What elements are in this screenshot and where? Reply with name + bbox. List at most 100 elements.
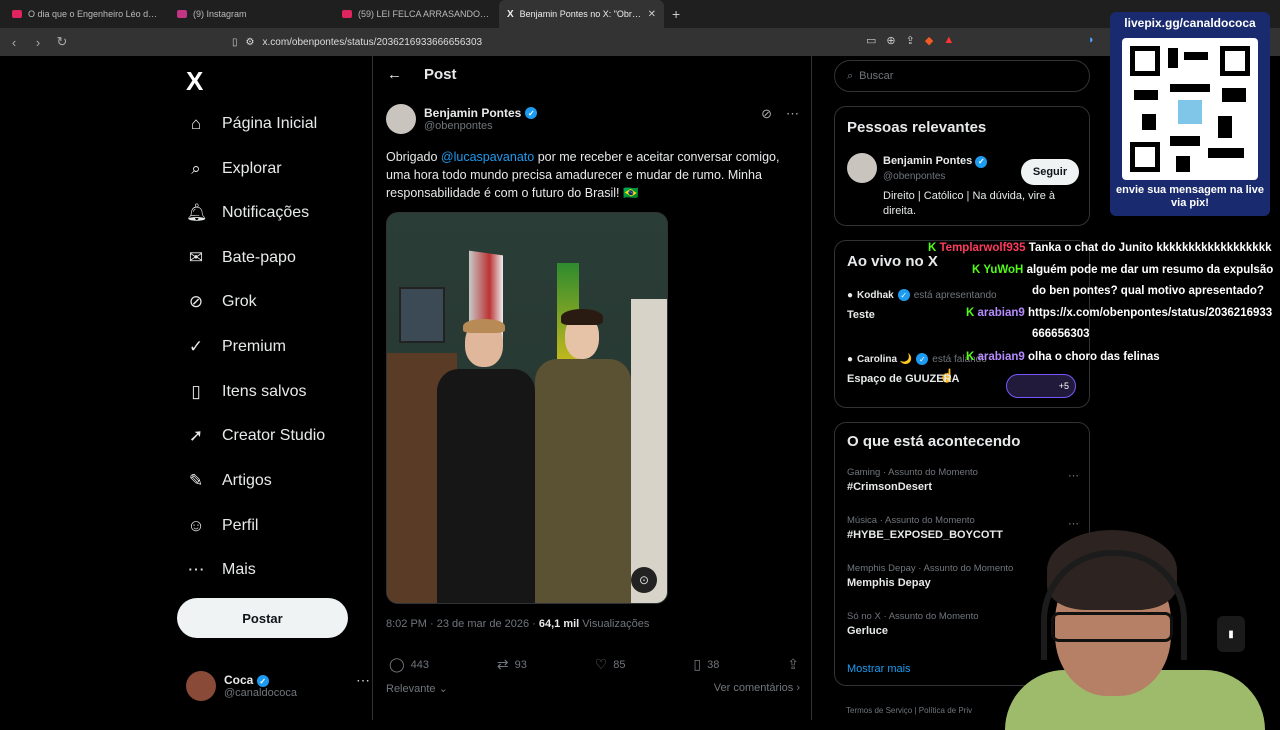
trend-item[interactable]: Só no X · Assunto do Momento Gerluce <box>847 611 979 637</box>
space-title[interactable]: Teste <box>847 309 875 321</box>
x-logo[interactable]: X <box>186 66 203 97</box>
reload-icon[interactable]: ↻ <box>52 34 72 50</box>
tweet-text: Obrigado @lucaspavanato por me receber e… <box>386 150 780 200</box>
post-button[interactable]: Postar <box>177 598 348 638</box>
back-icon[interactable]: ‹ <box>4 35 24 50</box>
grok-icon[interactable]: ⊘ <box>761 106 772 122</box>
follow-button[interactable]: Seguir <box>1021 159 1079 185</box>
tweet-photo[interactable]: ⊙ <box>386 212 668 604</box>
like-button[interactable]: ♡ 85 <box>595 656 626 673</box>
sidebar-item-messages[interactable]: ✉ Bate-papo <box>186 248 296 268</box>
chat-message: K arabian9 olha o choro das felinas <box>966 351 1160 363</box>
sidebar-item-label: Artigos <box>222 472 272 489</box>
livepix-caption: envie sua mensagem na live via pix! <box>1116 184 1264 209</box>
tweet-author[interactable]: Benjamin Pontes ✓ @obenpontes <box>386 104 538 134</box>
author-name[interactable]: Benjamin Pontes ✓ <box>424 106 538 120</box>
browser-tab-active[interactable]: X Benjamin Pontes no X: "Obrigado ✕ <box>499 0 664 28</box>
back-arrow-icon[interactable]: ← <box>387 66 402 83</box>
forward-icon[interactable]: › <box>28 35 48 50</box>
author-handle[interactable]: @obenpontes <box>424 120 537 132</box>
share-icon[interactable]: ⇪ <box>906 34 915 47</box>
bookmark-button[interactable]: ▯ 38 <box>693 656 719 673</box>
tweet-meta: 8:02 PM · 23 de mar de 2026 · 64,1 mil V… <box>386 618 650 630</box>
avatar[interactable] <box>386 104 416 134</box>
space-listeners[interactable]: +5 <box>1006 374 1076 398</box>
legal-links[interactable]: Termos de Serviço | Política de Priv <box>846 706 972 715</box>
sidebar-item-more[interactable]: ⋯ Mais <box>186 560 256 580</box>
repost-button[interactable]: ⇄ 93 <box>497 656 527 673</box>
person-name[interactable]: Benjamin Pontes ✓ <box>883 155 988 168</box>
reply-button[interactable]: ◯ 443 <box>389 656 429 673</box>
youtube-icon <box>12 10 22 18</box>
sidebar-item-creator-studio[interactable]: ➚ Creator Studio <box>186 426 325 446</box>
tweet-top-actions: ⊘ ⋯ <box>761 106 799 122</box>
sidebar-item-label: Itens salvos <box>222 383 307 400</box>
account-name: Coca ✓ <box>224 673 297 688</box>
bookmark-icon: ▯ <box>191 382 201 401</box>
sidebar-item-label: Perfil <box>222 517 259 534</box>
view-comments-link[interactable]: Ver comentários › <box>714 682 800 695</box>
post-column: ← Post Benjamin Pontes ✓ @obenpontes ⊘ ⋯ … <box>372 56 955 720</box>
relevant-people-panel: Pessoas relevantes Benjamin Pontes ✓ @ob… <box>834 106 1090 226</box>
share-icon: ⇪ <box>787 656 799 672</box>
site-info-icon[interactable]: ⚙ <box>246 37 255 48</box>
sidebar-item-profile[interactable]: ☺ Perfil <box>186 516 258 536</box>
reply-sort-bar: Relevante ⌄ Ver comentários › <box>386 682 800 695</box>
person-handle[interactable]: @obenpontes <box>883 171 945 182</box>
tab-title: (59) LEI FELCA ARRASANDO CORAÇÕES <box>358 9 491 19</box>
sidebar-item-grok[interactable]: ⊘ Grok <box>186 292 257 312</box>
more-icon[interactable]: ⋯ <box>356 672 370 689</box>
extension-icon[interactable]: ◗ <box>1088 34 1095 46</box>
browser-tab-1[interactable]: O dia que o Engenheiro Léo do MBL <box>4 0 169 28</box>
mention-link[interactable]: @lucaspavanato <box>441 150 534 164</box>
bookmark-icon[interactable]: ▯ <box>232 37 238 48</box>
bookmark-icon: ▯ <box>693 656 702 672</box>
sidebar-item-home[interactable]: ⌂ Página Inicial <box>186 114 317 134</box>
more-icon[interactable]: ⋯ <box>786 106 799 122</box>
rewards-icon[interactable]: ▲ <box>943 34 954 47</box>
tab-title: Benjamin Pontes no X: "Obrigado <box>519 9 642 19</box>
account-handle: @canaldococa <box>224 687 297 700</box>
sidebar-item-label: Mais <box>222 561 256 578</box>
door <box>631 299 667 603</box>
close-tab-icon[interactable]: ✕ <box>648 9 656 20</box>
sidebar-item-label: Premium <box>222 338 287 355</box>
sidebar-item-label: Grok <box>222 293 257 310</box>
tab-title: (9) Instagram <box>193 9 247 19</box>
new-tab-icon[interactable]: + <box>664 6 688 22</box>
brave-shield-icon[interactable]: ◆ <box>925 34 933 47</box>
account-switcher[interactable]: Coca ✓ @canaldococa ⋯ <box>186 668 376 704</box>
livepix-url: livepix.gg/canaldococa <box>1124 16 1256 30</box>
reader-icon[interactable]: ▭ <box>866 34 876 47</box>
article-icon: ✎ <box>188 471 204 490</box>
more-icon[interactable]: ⋯ <box>1068 469 1079 482</box>
trend-item[interactable]: Música · Assunto do Momento #HYBE_EXPOSED… <box>847 515 1003 541</box>
sidebar-item-bookmarks[interactable]: ▯ Itens salvos <box>186 382 306 402</box>
zoom-icon[interactable]: ⊕ <box>886 34 895 47</box>
live-host[interactable]: ● Kodhak ✓ está apresentando <box>847 289 997 301</box>
rocket-icon: ➚ <box>188 426 204 445</box>
avatar[interactable] <box>847 153 877 183</box>
kick-icon: K <box>966 307 975 319</box>
browser-tab-2[interactable]: (9) Instagram <box>169 0 334 28</box>
heart-icon: ♡ <box>594 656 608 672</box>
sidebar-item-explore[interactable]: ⌕ Explorar <box>186 159 282 179</box>
address-bar: ‹ › ↻ ▯ ⚙ x.com/obenpontes/status/203621… <box>0 28 1280 56</box>
trend-item[interactable]: Gaming · Assunto do Momento #CrimsonDeser… <box>847 467 978 493</box>
verified-icon: ✓ <box>525 107 538 119</box>
sort-dropdown[interactable]: Relevante ⌄ <box>386 682 448 695</box>
share-button[interactable]: ⇪ <box>787 656 799 673</box>
page-title: Post <box>424 66 457 83</box>
sidebar-item-label: Explorar <box>222 160 282 177</box>
sidebar-item-notifications[interactable]: 🔔︎ Notificações <box>186 203 309 223</box>
sidebar-item-premium[interactable]: ✓ Premium <box>186 337 286 357</box>
show-more-link[interactable]: Mostrar mais <box>847 663 911 675</box>
search-input[interactable]: ⌕ Buscar <box>834 60 1090 92</box>
grok-image-icon[interactable]: ⊙ <box>631 567 657 593</box>
panel-title: Pessoas relevantes <box>847 119 987 136</box>
envelope-icon: ✉ <box>188 248 204 267</box>
panel-title: O que está acontecendo <box>847 433 1021 450</box>
browser-tab-3[interactable]: (59) LEI FELCA ARRASANDO CORAÇÕES <box>334 0 499 28</box>
space-title[interactable]: Espaço de GUUZERA <box>847 373 959 385</box>
sidebar-item-articles[interactable]: ✎ Artigos <box>186 471 272 491</box>
